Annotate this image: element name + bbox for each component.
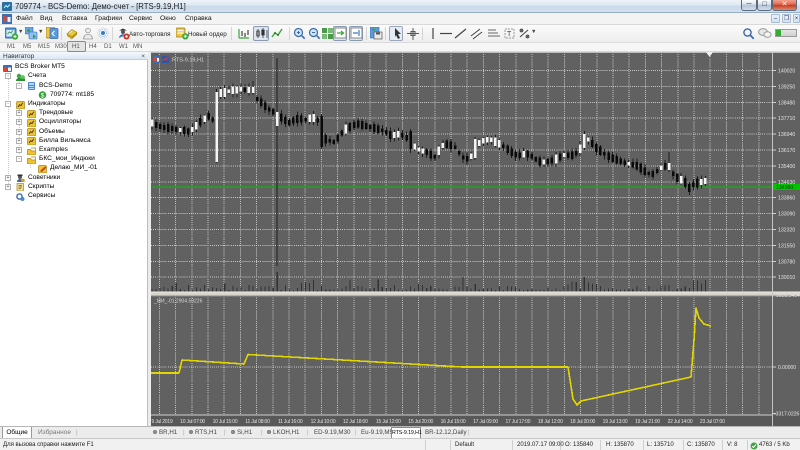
svg-text:0.00000: 0.00000	[778, 365, 796, 371]
svg-text:$: $	[41, 93, 45, 100]
svg-text:134360: 134360	[776, 185, 793, 191]
svg-text:140020: 140020	[778, 69, 795, 75]
svg-text:12 Jul 18:00: 12 Jul 18:00	[343, 419, 368, 425]
svg-text:10 Jul 07:00: 10 Jul 07:00	[180, 419, 205, 425]
svg-text:-3317.0226: -3317.0226	[774, 412, 800, 418]
svg-text:130010: 130010	[778, 275, 795, 281]
svg-text:131550: 131550	[778, 243, 795, 249]
svg-text:138480: 138480	[778, 100, 795, 106]
svg-text:133090: 133090	[778, 212, 795, 218]
svg-text:133860: 133860	[778, 196, 795, 202]
svg-text:17 Jul 17:00: 17 Jul 17:00	[505, 419, 530, 425]
svg-text:RTS-9.19,H1: RTS-9.19,H1	[172, 58, 204, 64]
svg-text:22 Jul 14:00: 22 Jul 14:00	[668, 419, 693, 425]
svg-text:23 Jul 07:00: 23 Jul 07:00	[700, 419, 725, 425]
svg-text:10 Jul 15:00: 10 Jul 15:00	[213, 419, 238, 425]
svg-text:_МИ_-01 2904.59226: _МИ_-01 2904.59226	[153, 299, 203, 305]
svg-text:132320: 132320	[778, 228, 795, 234]
svg-text:15 Jul 20:00: 15 Jul 20:00	[408, 419, 433, 425]
svg-text:17 Jul 09:00: 17 Jul 09:00	[473, 419, 498, 425]
svg-text:T: T	[507, 31, 512, 38]
svg-text:9 Jul 2019: 9 Jul 2019	[151, 419, 172, 425]
svg-text:130780: 130780	[778, 259, 795, 265]
svg-text:139250: 139250	[778, 84, 795, 90]
svg-text:136170: 136170	[778, 148, 795, 154]
svg-text:11 Jul 08:00: 11 Jul 08:00	[245, 419, 270, 425]
svg-text:12 Jul 10:00: 12 Jul 10:00	[311, 419, 336, 425]
svg-text:136940: 136940	[778, 132, 795, 138]
svg-text:16 Jul 15:00: 16 Jul 15:00	[441, 419, 466, 425]
svg-text:15 Jul 12:00: 15 Jul 12:00	[376, 419, 401, 425]
svg-text:137710: 137710	[778, 116, 795, 122]
svg-text:5028.54044: 5028.54044	[776, 293, 800, 299]
svg-text:18 Jul 12:00: 18 Jul 12:00	[538, 419, 563, 425]
svg-text:19 Jul 21:00: 19 Jul 21:00	[635, 419, 660, 425]
svg-text:11 Jul 16:00: 11 Jul 16:00	[278, 419, 303, 425]
svg-text:18 Jul 20:00: 18 Jul 20:00	[570, 419, 595, 425]
svg-text:19 Jul 13:00: 19 Jul 13:00	[603, 419, 628, 425]
svg-text:135400: 135400	[778, 164, 795, 170]
